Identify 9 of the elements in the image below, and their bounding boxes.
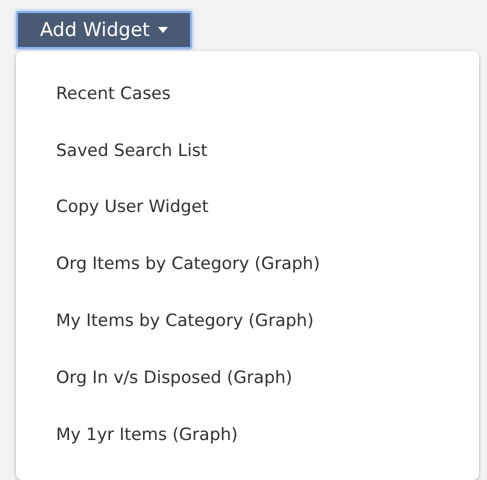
menu-item[interactable]: Saved Search List (16, 122, 479, 180)
menu-item[interactable]: Org In v/s Disposed (Graph) (16, 349, 479, 406)
menu-item[interactable]: Org Items by Category (Graph) (16, 236, 479, 293)
menu-item[interactable]: My Items by Category (Graph) (16, 292, 479, 350)
menu-item[interactable]: Copy User Widget (16, 179, 479, 236)
add-widget-button[interactable]: Add Widget (16, 11, 192, 50)
caret-icon (158, 27, 168, 34)
menu-item[interactable]: Recent Cases (16, 65, 479, 122)
menu-item[interactable]: My 1yr Items (Graph) (16, 406, 479, 463)
